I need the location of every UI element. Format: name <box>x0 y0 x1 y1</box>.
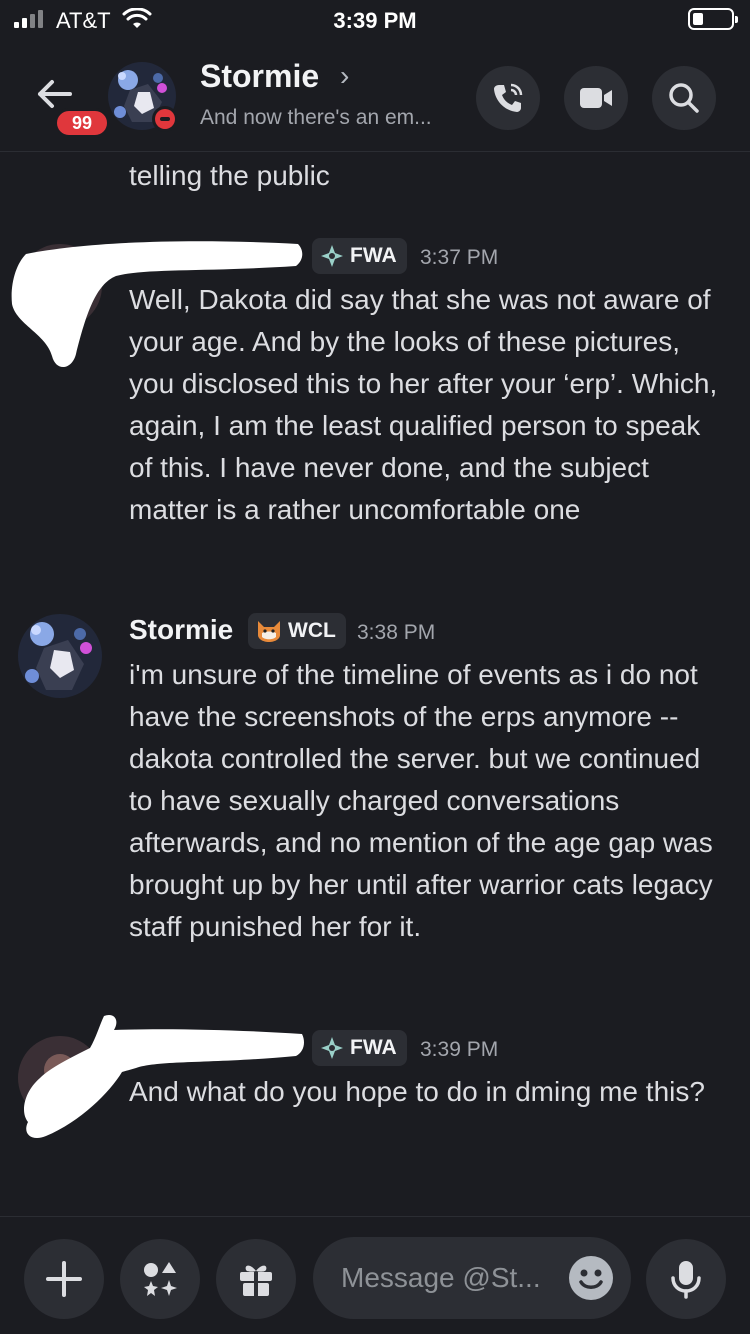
guild-tag: WCL <box>248 613 346 649</box>
author-name[interactable]: Stormie <box>129 614 233 646</box>
apps-button[interactable] <box>120 1239 200 1319</box>
message-input-container[interactable] <box>313 1237 631 1319</box>
dnd-status-icon <box>152 106 178 132</box>
video-call-button[interactable] <box>564 66 628 130</box>
unread-badge: 99 <box>54 108 110 138</box>
gift-button[interactable] <box>216 1239 296 1319</box>
custom-status: And now there's an em... <box>200 106 432 129</box>
microphone-icon <box>671 1261 701 1299</box>
plus-icon <box>46 1261 82 1297</box>
chat-title[interactable]: Stormie <box>200 58 319 95</box>
attach-button[interactable] <box>24 1239 104 1319</box>
chat-header: 99 Stormie › And now there's an em... <box>0 40 750 152</box>
voice-call-button[interactable] <box>476 66 540 130</box>
message-text: And what do you hope to do in dming me t… <box>129 1076 705 1107</box>
voice-message-button[interactable] <box>646 1239 726 1319</box>
guild-tag-label: WCL <box>288 619 336 642</box>
video-camera-icon <box>580 88 612 108</box>
search-icon <box>669 83 699 113</box>
apps-icon <box>144 1262 177 1296</box>
search-button[interactable] <box>652 66 716 130</box>
gift-icon <box>240 1265 272 1296</box>
message-text: Well, Dakota did say that she was not aw… <box>129 284 718 525</box>
message-text: telling the public <box>129 160 330 191</box>
timestamp: 3:38 PM <box>357 621 436 644</box>
clock: 3:39 PM <box>333 8 417 33</box>
guild-tag-label: FWA <box>350 244 397 267</box>
avatar[interactable] <box>18 614 102 698</box>
guild-tag-label: FWA <box>350 1036 397 1059</box>
status-bar: AT&T 3:39 PM <box>0 0 750 40</box>
phone-call-icon <box>494 83 523 112</box>
message-composer <box>0 1216 750 1334</box>
guild-tag: FWA <box>312 238 407 274</box>
timestamp: 3:39 PM <box>420 1038 499 1061</box>
emoji-icon[interactable] <box>569 1256 613 1300</box>
guild-tag: FWA <box>312 1030 407 1066</box>
message-input[interactable] <box>341 1259 561 1297</box>
timestamp: 3:37 PM <box>420 246 499 269</box>
message-text: i'm unsure of the timeline of events as … <box>129 659 713 942</box>
chevron-right-icon[interactable]: › <box>340 60 349 92</box>
crosshair-diamond-icon <box>321 1037 343 1059</box>
crosshair-diamond-icon <box>321 245 343 267</box>
battery-icon <box>688 8 738 30</box>
cat-face-icon <box>258 621 280 642</box>
